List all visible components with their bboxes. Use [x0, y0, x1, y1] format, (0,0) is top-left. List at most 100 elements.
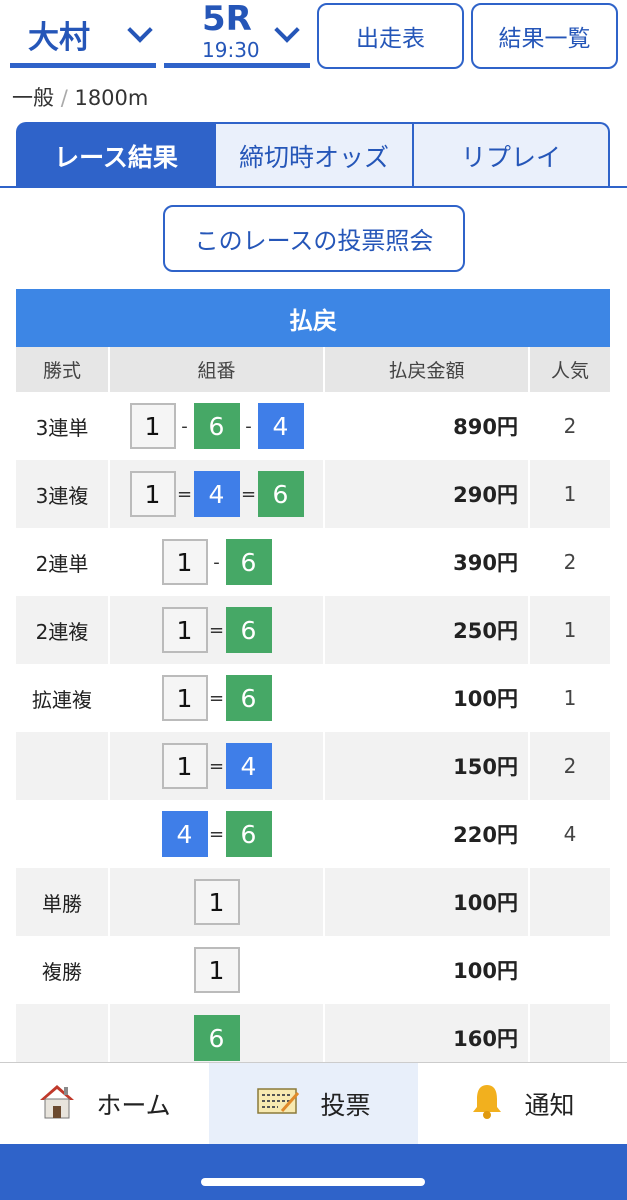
combination-cell: 4 = 6: [109, 800, 325, 868]
venue-selector[interactable]: 大村: [10, 0, 156, 68]
combination: 1 = 4 = 6: [110, 471, 323, 517]
result-tabs: レース結果 締切時オッズ リプレイ: [16, 122, 610, 188]
popularity: 1: [529, 664, 610, 732]
combination-operator: =: [208, 823, 225, 845]
race-distance: 1800m: [74, 86, 149, 110]
race-info: 一般 / 1800m: [12, 82, 148, 112]
payout-amount: 100円: [324, 868, 530, 936]
payout-section: 払戻 勝式 組番 払戻金額 人気 3連単 1-6-4 890円 2 3連複 1 = 4 = 6 29…: [16, 289, 610, 1072]
payout-amount: 250円: [324, 596, 530, 664]
bet-type: 拡連複: [16, 664, 110, 732]
header-combination: 組番: [109, 347, 325, 392]
payout-row: 1 = 4 150円 2: [16, 732, 610, 800]
nav-notifications[interactable]: 通知: [418, 1063, 627, 1145]
header-payout-amount: 払戻金額: [324, 347, 530, 392]
combination: 1 = 6: [110, 675, 323, 721]
popularity: [529, 936, 610, 1004]
boat-number-badge: 6: [193, 1015, 240, 1061]
entries-button[interactable]: 出走表: [317, 3, 464, 69]
nav-vote[interactable]: 投票: [209, 1063, 418, 1145]
combination-operator: =: [208, 619, 225, 641]
boat-number-badge: 6: [225, 539, 272, 585]
bet-type: 2連複: [16, 596, 110, 664]
payout-row: 複勝 1 100円: [16, 936, 610, 1004]
boat-number-badge: 6: [225, 607, 272, 653]
results-list-button[interactable]: 結果一覧: [471, 3, 618, 69]
race-info-separator: /: [60, 86, 68, 110]
payout-title: 払戻: [16, 289, 610, 347]
popularity: [529, 868, 610, 936]
payout-amount: 890円: [324, 392, 530, 460]
combination-cell: 1 = 6: [109, 596, 325, 664]
payout-row: 3連複 1 = 4 = 6 290円 1: [16, 460, 610, 528]
chevron-down-icon: [274, 17, 300, 43]
payout-row: 2連複 1 = 6 250円 1: [16, 596, 610, 664]
combination: 6: [110, 1015, 323, 1061]
ticket-icon: [256, 1085, 300, 1123]
bell-icon: [470, 1082, 504, 1126]
boat-number-badge: 1: [193, 947, 240, 993]
chevron-down-icon: [127, 17, 153, 43]
boat-number-badge: 1: [161, 539, 208, 585]
combination-cell: 1: [109, 936, 325, 1004]
boat-number-badge: 6: [225, 675, 272, 721]
bet-type: 単勝: [16, 868, 110, 936]
bottom-bar: [0, 1144, 627, 1200]
tab-race-result[interactable]: レース結果: [16, 122, 216, 188]
boat-number-badge: 4: [161, 811, 208, 857]
bet-type: [16, 732, 110, 800]
tab-underline: [0, 186, 627, 188]
nav-home-label: ホーム: [96, 1091, 171, 1120]
payout-amount: 100円: [324, 664, 530, 732]
combination: 1-6-4: [110, 403, 323, 449]
combination-cell: 1 = 4 = 6: [109, 460, 325, 528]
combination-cell: 1 = 4: [109, 732, 325, 800]
popularity: 2: [529, 732, 610, 800]
popularity: 4: [529, 800, 610, 868]
race-number: 5R: [202, 0, 252, 39]
boat-number-badge: 1: [129, 471, 176, 517]
bet-type: 3連複: [16, 460, 110, 528]
boat-number-badge: 1: [161, 675, 208, 721]
vote-inquiry-button[interactable]: このレースの投票照会: [163, 205, 465, 272]
payout-amount: 100円: [324, 936, 530, 1004]
race-selector[interactable]: 5R 19:30: [164, 0, 310, 68]
nav-notify-label: 通知: [524, 1091, 575, 1120]
combination-operator: -: [245, 415, 252, 437]
race-time: 19:30: [202, 38, 260, 62]
bet-type: [16, 800, 110, 868]
boat-number-badge: 4: [193, 471, 240, 517]
combination-cell: 1 = 6: [109, 664, 325, 732]
combination: 1: [110, 947, 323, 993]
payout-amount: 150円: [324, 732, 530, 800]
payout-rows: 3連単 1-6-4 890円 2 3連複 1 = 4 = 6 290円 1 2連単 1-6 390円 2 2連複…: [16, 392, 610, 1072]
bottom-navigation: ホーム 投票 通知: [0, 1062, 627, 1145]
combination-cell: 1-6-4: [109, 392, 325, 460]
tab-closing-odds[interactable]: 締切時オッズ: [214, 122, 414, 188]
popularity: 2: [529, 528, 610, 596]
combination: 1 = 4: [110, 743, 323, 789]
payout-row: 3連単 1-6-4 890円 2: [16, 392, 610, 460]
payout-amount: 220円: [324, 800, 530, 868]
payout-table: 勝式 組番 払戻金額 人気 3連単 1-6-4 890円 2 3連複 1 = 4 = 6 290円 1…: [16, 347, 610, 1072]
bet-type: 3連単: [16, 392, 110, 460]
popularity: 1: [529, 460, 610, 528]
payout-amount: 390円: [324, 528, 530, 596]
boat-number-badge: 6: [193, 403, 240, 449]
nav-home[interactable]: ホーム: [0, 1063, 209, 1145]
combination-cell: 1-6: [109, 528, 325, 596]
home-indicator[interactable]: [201, 1178, 425, 1186]
boat-number-badge: 1: [193, 879, 240, 925]
payout-row: 2連単 1-6 390円 2: [16, 528, 610, 596]
combination-operator: =: [208, 755, 225, 777]
boat-number-badge: 1: [129, 403, 176, 449]
combination-operator: =: [240, 483, 257, 505]
venue-name: 大村: [28, 20, 90, 56]
nav-vote-label: 投票: [320, 1091, 371, 1120]
payout-row: 4 = 6 220円 4: [16, 800, 610, 868]
combination-operator: =: [176, 483, 193, 505]
house-icon: [38, 1083, 76, 1125]
combination-cell: 1: [109, 868, 325, 936]
header-bet-type: 勝式: [16, 347, 110, 392]
tab-replay[interactable]: リプレイ: [412, 122, 610, 188]
